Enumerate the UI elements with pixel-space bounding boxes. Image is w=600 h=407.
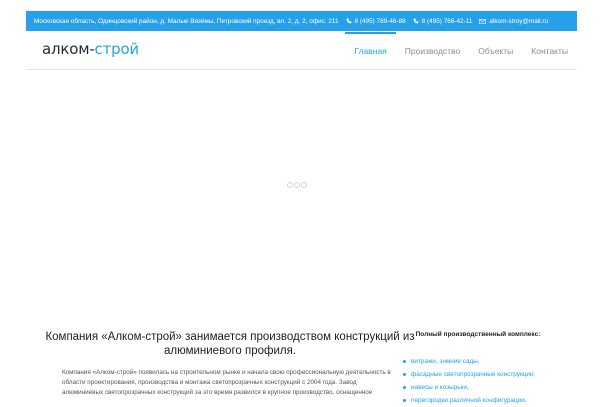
mail-icon — [479, 18, 487, 24]
complex-title: Полный производственный комплекс: — [415, 331, 541, 338]
email-link[interactable]: alkom-stroy@mail.ru — [479, 18, 548, 25]
site-logo[interactable]: алком-строй — [42, 40, 139, 58]
loader-dot — [294, 182, 300, 188]
main-header: алком-строй Главная Производство Объекты… — [26, 32, 577, 70]
bullet-icon — [403, 360, 406, 363]
complex-item-label: перегородки различной конфигурации, — [411, 397, 527, 404]
logo-part-2: строй — [94, 40, 140, 58]
loader-dot — [287, 182, 293, 188]
address-text: Московская область, Одинцовский район, д… — [34, 17, 339, 25]
complex-list: витражи, зимние сады, фасадные светопроз… — [403, 355, 535, 407]
phone-icon — [346, 18, 352, 24]
phone-2-text: 8 (495) 766-42-11 — [421, 17, 473, 25]
loader-dot — [301, 182, 307, 188]
slider-loading-indicator — [287, 182, 307, 188]
complex-item[interactable]: навесы и козырьки, — [403, 381, 535, 394]
menu-item-objects[interactable]: Объекты — [469, 32, 522, 69]
logo-part-1: алком- — [42, 40, 95, 58]
complex-item[interactable]: фасадные светопрозрачные конструкции, — [403, 368, 535, 381]
phone-2[interactable]: 8 (495) 766-42-11 — [413, 17, 473, 25]
complex-item-label: фасадные светопрозрачные конструкции, — [411, 371, 536, 378]
bullet-icon — [403, 386, 406, 389]
phone-1[interactable]: 8 (495) 789-46-88 — [346, 18, 406, 25]
menu-item-home[interactable]: Главная — [345, 32, 397, 69]
menu-item-production[interactable]: Производство — [396, 32, 469, 69]
complex-item-label: витражи, зимние сады, — [411, 358, 480, 365]
phone-icon — [413, 18, 419, 24]
bullet-icon — [403, 399, 406, 402]
company-headline: Компания «Алком-строй» занимается произв… — [45, 331, 415, 357]
email-text: alkom-stroy@mail.ru — [489, 17, 549, 25]
menu-item-contacts[interactable]: Контакты — [522, 32, 577, 69]
complex-item-label: навесы и козырьки, — [411, 384, 469, 391]
complex-item[interactable]: витражи, зимние сады, — [403, 355, 535, 368]
bullet-icon — [403, 373, 406, 376]
phone-1-text: 8 (495) 789-46-88 — [354, 17, 406, 25]
complex-item[interactable]: перегородки различной конфигурации, — [403, 394, 535, 407]
company-description: Компания «Алком-строй» появилась на стро… — [62, 369, 391, 396]
top-info-bar: Московская область, Одинцовский район, д… — [26, 11, 577, 31]
main-menu: Главная Производство Объекты Контакты — [345, 32, 577, 69]
